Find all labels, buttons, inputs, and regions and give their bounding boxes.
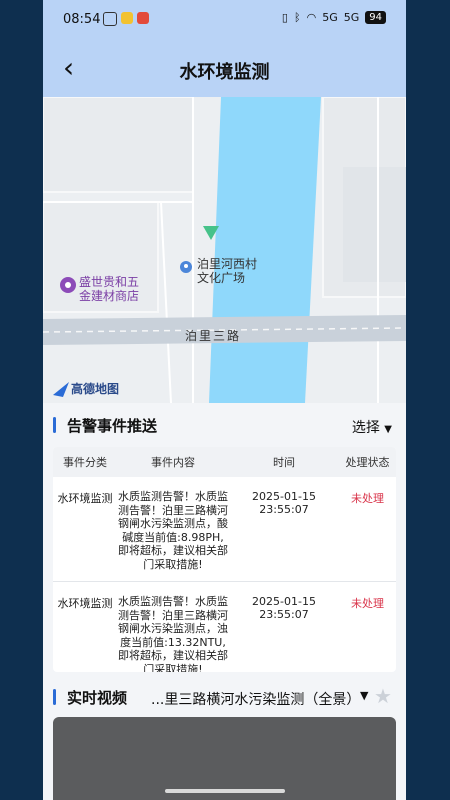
table-row[interactable]: 水环境监测 水质监测告警！水质监测告警！泊里三路横河钢闸水污染监测点，浊度当前值…	[53, 582, 396, 672]
notification-icons	[103, 12, 149, 26]
video-title: 实时视频	[67, 689, 128, 707]
table-header: 事件分类 事件内容 时间 处理状态	[53, 447, 396, 477]
alerts-table: 事件分类 事件内容 时间 处理状态 水环境监测 水质监测告警！水质监测告警！泊里…	[53, 447, 396, 672]
column-header: 处理状态	[345, 456, 390, 469]
event-category: 水环境监测	[57, 597, 113, 610]
home-indicator[interactable]	[165, 789, 285, 793]
column-header: 事件内容	[151, 456, 195, 469]
event-status: 未处理	[351, 597, 384, 610]
app-notification-icon	[103, 12, 117, 26]
app-notification-icon	[121, 12, 133, 24]
map-view[interactable]: 泊里河西村 文化广场 盛世贵和五 金建材商店 泊里三路 高德地图	[43, 97, 406, 403]
vibrate-icon: ▯	[281, 11, 288, 24]
poi-label-line: 文化广场	[197, 271, 246, 285]
road-label: 泊里三路	[185, 329, 242, 343]
alerts-title: 告警事件推送	[67, 417, 158, 435]
select-label: 选择	[351, 420, 380, 436]
app-notification-icon	[137, 12, 149, 24]
poi-label: 泊里河西村 文化广场	[197, 257, 257, 285]
column-header: 时间	[273, 456, 295, 469]
signal-icon: 5G	[343, 11, 360, 24]
column-header: 事件分类	[63, 456, 107, 469]
select-dropdown[interactable]: 选择 ▼	[352, 417, 392, 437]
event-category: 水环境监测	[57, 492, 113, 505]
app-screen: 08:54 ▯ ᛒ ◠ 5G 5G 94 ‹ 水环境监测 泊里河西村 文化广场 …	[43, 0, 406, 800]
status-bar: 08:54 ▯ ᛒ ◠ 5G 5G 94	[43, 0, 406, 42]
video-source-select[interactable]: ...里三路横河水污染监测（全景）	[151, 689, 360, 709]
map-logo: 高德地图	[71, 382, 120, 396]
table-row[interactable]: 水环境监测 水质监测告警！水质监测告警！泊里三路横河钢闸水污染监测点，酸碱度当前…	[53, 477, 396, 582]
event-time: 2025-01-15 23:55:07	[252, 595, 316, 621]
map-graphics	[43, 97, 406, 403]
wifi-icon: ◠	[306, 11, 317, 24]
event-content: 水质监测告警！水质监测告警！泊里三路横河钢闸水污染监测点，浊度当前值:13.32…	[118, 595, 228, 672]
video-player[interactable]	[53, 717, 396, 800]
status-time: 08:54	[63, 12, 101, 27]
caret-down-icon: ▼	[384, 424, 392, 435]
section-marker	[53, 417, 56, 433]
page-title: 水环境监测	[179, 62, 270, 83]
poi-label-line: 泊里河西村	[197, 257, 258, 271]
event-time: 2025-01-15 23:55:07	[252, 490, 316, 516]
shop-label-line: 盛世贵和五	[79, 275, 140, 289]
battery-icon: 94	[365, 11, 386, 24]
video-header: 实时视频 ...里三路横河水污染监测（全景） ▼ ★	[43, 675, 406, 719]
shop-label: 盛世贵和五 金建材商店	[79, 275, 139, 303]
caret-down-icon[interactable]: ▼	[360, 689, 368, 702]
bluetooth-icon: ᛒ	[293, 11, 301, 24]
section-marker	[53, 689, 56, 705]
event-status: 未处理	[351, 492, 384, 505]
status-indicators: ▯ ᛒ ◠ 5G 5G 94	[282, 11, 386, 24]
star-icon[interactable]: ★	[374, 684, 392, 708]
alerts-header: 告警事件推送 选择 ▼	[43, 403, 406, 447]
event-content: 水质监测告警！水质监测告警！泊里三路横河钢闸水污染监测点，酸碱度当前值:8.98…	[118, 490, 228, 571]
shop-label-line: 金建材商店	[79, 289, 140, 303]
signal-icon: 5G	[322, 11, 338, 24]
page-header: ‹ 水环境监测	[43, 42, 406, 97]
